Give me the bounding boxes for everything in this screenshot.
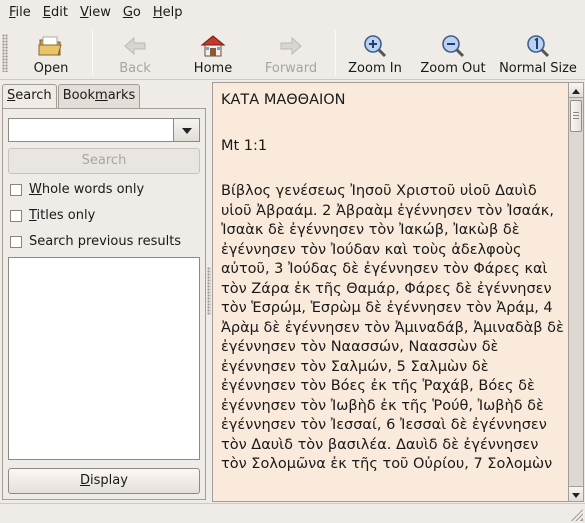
- search-input[interactable]: [8, 118, 174, 142]
- verse-reference: Mt 1:1: [221, 137, 268, 154]
- option-label: Whole words only: [29, 182, 144, 197]
- arrow-left-icon: [122, 33, 148, 59]
- normal-size-button[interactable]: Normal Size: [495, 28, 581, 78]
- display-label-post: isplay: [90, 473, 128, 488]
- toolbar-grip[interactable]: [2, 34, 8, 72]
- zoom-out-icon: [440, 33, 466, 59]
- zoom-out-button[interactable]: Zoom Out: [413, 28, 493, 78]
- option-label-post: itles only: [36, 208, 96, 223]
- vertical-scrollbar[interactable]: [569, 82, 584, 502]
- titles-only-checkbox[interactable]: [10, 209, 22, 222]
- folder-open-icon: [38, 33, 64, 59]
- search-button[interactable]: Search: [8, 148, 200, 174]
- app-window: File Edit View Go Help Open Back Home Fo…: [0, 0, 585, 523]
- scroll-down-button[interactable]: [569, 486, 583, 501]
- search-combo: [8, 118, 200, 142]
- option-label: Search previous results: [29, 234, 182, 249]
- menu-mnemonic: G: [122, 5, 133, 20]
- splitter-grip: [207, 267, 211, 315]
- normal-size-label: Normal Size: [499, 61, 577, 76]
- open-button[interactable]: Open: [14, 28, 88, 78]
- menubar: File Edit View Go Help: [0, 0, 585, 26]
- search-results-list[interactable]: [8, 257, 200, 460]
- zoom-out-label: Zoom Out: [420, 61, 486, 76]
- option-mnemonic: T: [29, 208, 37, 223]
- combo-dropdown-button[interactable]: [174, 118, 200, 142]
- sidebar-tabs: Search Bookmarks: [2, 84, 141, 110]
- text-view[interactable]: ΚΑΤΑ ΜΑΘΘΑΙΟΝ Mt 1:1 Βίβλος γενέσεως Ἰησ…: [212, 82, 569, 502]
- display-button[interactable]: Display: [8, 468, 200, 494]
- book-title: ΚΑΤΑ ΜΑΘΘΑΙΟΝ: [221, 92, 346, 108]
- arrow-down-icon: [572, 487, 580, 502]
- menu-label: iew: [88, 5, 111, 20]
- tab-label-post: arks: [107, 88, 136, 103]
- whole-words-option[interactable]: Whole words only: [10, 182, 144, 197]
- whole-words-checkbox[interactable]: [10, 183, 22, 196]
- menu-mnemonic: V: [79, 5, 89, 20]
- tab-bookmarks[interactable]: Bookmarks: [57, 84, 141, 108]
- search-panel: Search Whole words only Titles only Sear…: [2, 108, 206, 500]
- home-icon: [200, 33, 226, 59]
- verse-text: Βίβλος γενέσεως Ἰησοῦ Χριστοῦ υἱοῦ Δαυὶδ…: [221, 183, 564, 472]
- tab-search[interactable]: Search: [2, 84, 57, 110]
- menu-view[interactable]: View: [74, 0, 117, 26]
- option-label: Titles only: [29, 208, 95, 223]
- option-label-post: hole words only: [41, 182, 145, 197]
- toolbar: Open Back Home Forward Zoom In Zoom Out …: [0, 26, 585, 80]
- toolbar-separator: [335, 30, 336, 76]
- menu-label: dit: [51, 5, 68, 20]
- tab-label-post: earch: [15, 88, 52, 103]
- text-body: ΚΑΤΑ ΜΑΘΘΑΙΟΝ Mt 1:1 Βίβλος γενέσεως Ἰησ…: [221, 91, 567, 475]
- arrow-right-icon: [278, 33, 304, 59]
- zoom-normal-icon: [525, 33, 551, 59]
- tab-mnemonic: m: [95, 88, 108, 103]
- resize-grip[interactable]: [571, 509, 583, 521]
- tab-label-pre: Book: [62, 88, 96, 103]
- back-button[interactable]: Back: [100, 28, 170, 78]
- menu-go[interactable]: Go: [117, 0, 147, 26]
- search-previous-checkbox[interactable]: [10, 235, 22, 248]
- scrollbar-thumb[interactable]: [570, 100, 582, 132]
- zoom-in-label: Zoom In: [348, 61, 402, 76]
- arrow-up-icon: [572, 83, 580, 98]
- scroll-up-button[interactable]: [569, 83, 583, 98]
- forward-button[interactable]: Forward: [256, 28, 326, 78]
- toolbar-separator: [92, 30, 93, 76]
- open-label: Open: [33, 61, 69, 76]
- menu-mnemonic: E: [42, 5, 51, 20]
- menu-help[interactable]: Help: [147, 0, 189, 26]
- menu-mnemonic: H: [152, 5, 163, 20]
- zoom-in-button[interactable]: Zoom In: [341, 28, 409, 78]
- menu-file[interactable]: File: [3, 0, 37, 26]
- back-label: Back: [119, 61, 151, 76]
- display-mnemonic: D: [80, 473, 91, 488]
- option-mnemonic: W: [29, 182, 42, 197]
- chevron-down-icon: [181, 123, 192, 138]
- menu-edit[interactable]: Edit: [37, 0, 74, 26]
- statusbar: [0, 503, 585, 523]
- home-label: Home: [193, 61, 233, 76]
- search-previous-option[interactable]: Search previous results: [10, 234, 181, 249]
- forward-label: Forward: [264, 61, 318, 76]
- menu-label: elp: [162, 5, 183, 20]
- menu-label: o: [132, 5, 141, 20]
- home-button[interactable]: Home: [178, 28, 248, 78]
- titles-only-option[interactable]: Titles only: [10, 208, 95, 223]
- menu-label: ile: [15, 5, 31, 20]
- zoom-in-icon: [362, 33, 388, 59]
